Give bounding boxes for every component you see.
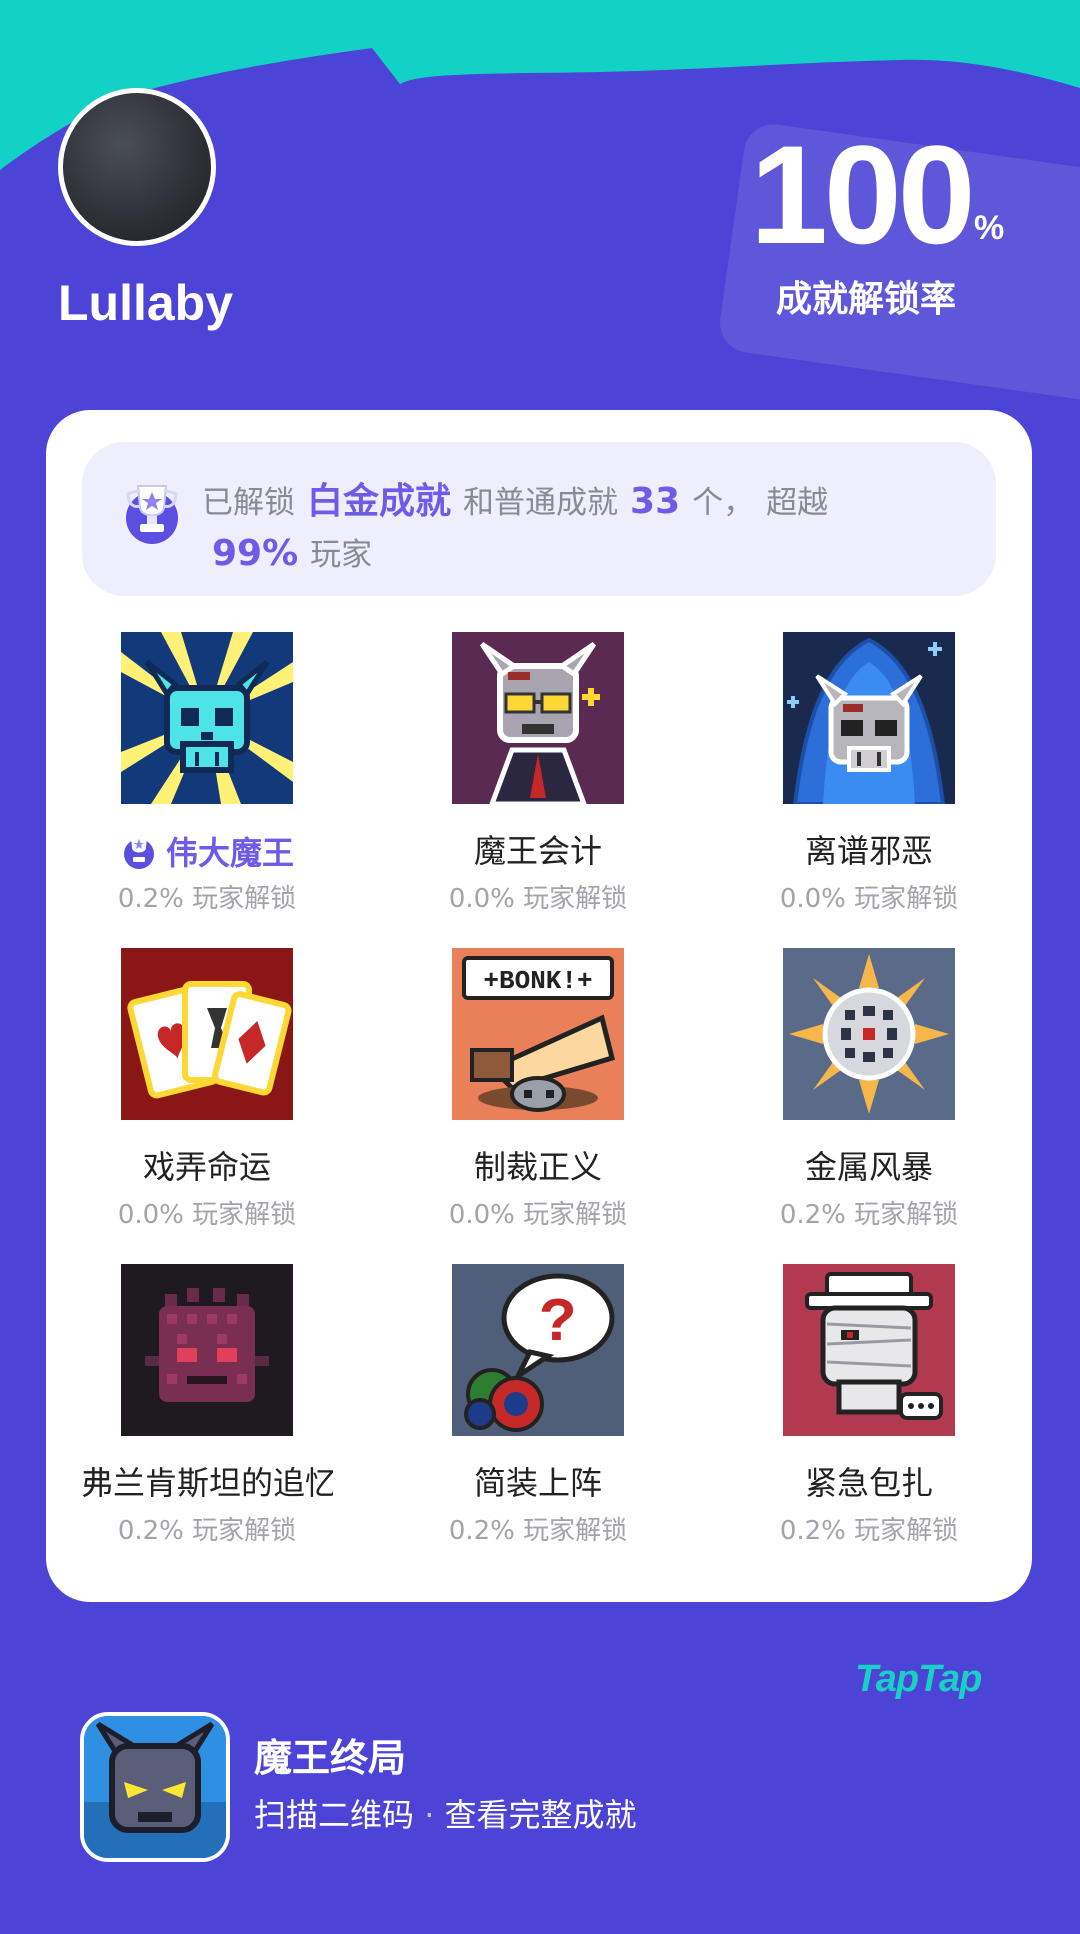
achievement-item[interactable]: ? 简装上阵 0.2% 玩家解锁 [377,1264,677,1564]
summary-platinum-label: 白金成就 [307,481,452,522]
achievement-unlock-rate: 0.0% 玩家解锁 [448,884,628,914]
achievement-item[interactable]: 弗兰肯斯坦的追忆 0.2% 玩家解锁 [46,1264,346,1564]
achievement-name: 离谱邪恶 [804,832,933,870]
unlock-rate-label: 成就解锁率 [776,279,957,320]
scan-qr-text: 扫描二维码 [254,1796,415,1834]
achievement-item[interactable]: +BONK!+ 制裁正义 0.0% 玩家解锁 [377,948,677,1248]
unlock-rate-value: 100 [750,116,976,273]
game-subtitle: 扫描二维码 · 查看完整成就 [254,1796,637,1834]
mummy-icon [783,1264,955,1436]
svg-text:+BONK!+: +BONK!+ [483,966,592,996]
achievement-item[interactable]: 紧急包扎 0.2% 玩家解锁 [708,1264,1008,1564]
achievement-unlock-rate: 0.2% 玩家解锁 [779,1516,959,1546]
hooded-skull-icon [783,632,955,804]
achievement-unlock-rate: 0.2% 玩家解锁 [779,1200,959,1230]
view-achievements-text: 查看完整成就 [444,1796,637,1834]
summary-suffix: 玩家 [310,537,373,573]
question-bubble-icon: ? [452,1264,624,1436]
separator-dot: · [424,1796,435,1834]
achievement-card: 已解锁 白金成就 和普通成就 33 个， 超越 99% 玩家 伟大魔王 0.2%… [46,410,1032,1602]
platinum-trophy-icon [126,485,178,544]
summary-line-1: 已解锁 白金成就 和普通成就 33 个， 超越 [202,480,828,523]
metal-storm-icon [783,948,955,1120]
unlock-rate: 100 % [750,125,1010,265]
achievement-name: 魔王会计 [473,832,602,870]
achievement-name: 戏弄命运 [142,1148,271,1186]
accountant-demon-icon [452,632,624,804]
summary-count: 33 [630,481,681,522]
achievement-unlock-rate: 0.2% 玩家解锁 [117,884,297,914]
achievement-item[interactable]: 离谱邪恶 0.0% 玩家解锁 [708,632,1008,932]
achievement-item[interactable]: 金属风暴 0.2% 玩家解锁 [708,948,1008,1248]
summary-count-suffix: 个， [692,485,755,521]
platinum-badge-icon [123,836,154,869]
demon-king-icon[interactable] [80,1712,230,1862]
achievement-name: 紧急包扎 [804,1464,933,1502]
svg-text:?: ? [539,1288,576,1359]
achievement-name: 简装上阵 [473,1464,602,1502]
summary-banner: 已解锁 白金成就 和普通成就 33 个， 超越 99% 玩家 [82,442,996,596]
achievement-item[interactable]: 伟大魔王 0.2% 玩家解锁 [46,632,346,932]
unlock-rate-unit: % [974,209,1005,247]
achievement-unlock-rate: 0.0% 玩家解锁 [779,884,959,914]
achievement-name: 弗兰肯斯坦的追忆 [81,1464,333,1502]
summary-prefix: 已解锁 [202,485,295,521]
summary-exceed-label: 超越 [766,485,829,521]
achievement-name: 伟大魔王 [46,832,368,872]
achievement-unlock-rate: 0.2% 玩家解锁 [117,1516,297,1546]
achievement-share-page: Lullaby 100 % 成就解锁率 已解锁 白金成就 和普通成就 33 个， 超越 9… [0,0,1080,1934]
achievement-item[interactable]: 戏弄命运 0.0% 玩家解锁 [46,948,346,1248]
frankenstein-icon [121,1264,293,1436]
summary-middle: 和普通成就 [463,485,619,521]
achievement-name: 金属风暴 [804,1148,933,1186]
achievement-name: 制裁正义 [473,1148,602,1186]
summary-percent: 99% [212,533,299,574]
achievement-unlock-rate: 0.0% 玩家解锁 [117,1200,297,1230]
taptap-logo: TapTap [855,1658,982,1700]
summary-line-2: 99% 玩家 [212,532,372,575]
game-title: 魔王终局 [254,1736,407,1780]
username: Lullaby [58,275,234,331]
achievement-item[interactable]: 魔王会计 0.0% 玩家解锁 [377,632,677,932]
cyan-skull-icon [121,632,293,804]
achievement-unlock-rate: 0.2% 玩家解锁 [448,1516,628,1546]
bonk-icon: +BONK!+ [452,948,624,1120]
playing-cards-icon [121,948,293,1120]
user-avatar[interactable] [58,88,216,246]
achievement-unlock-rate: 0.0% 玩家解锁 [448,1200,628,1230]
